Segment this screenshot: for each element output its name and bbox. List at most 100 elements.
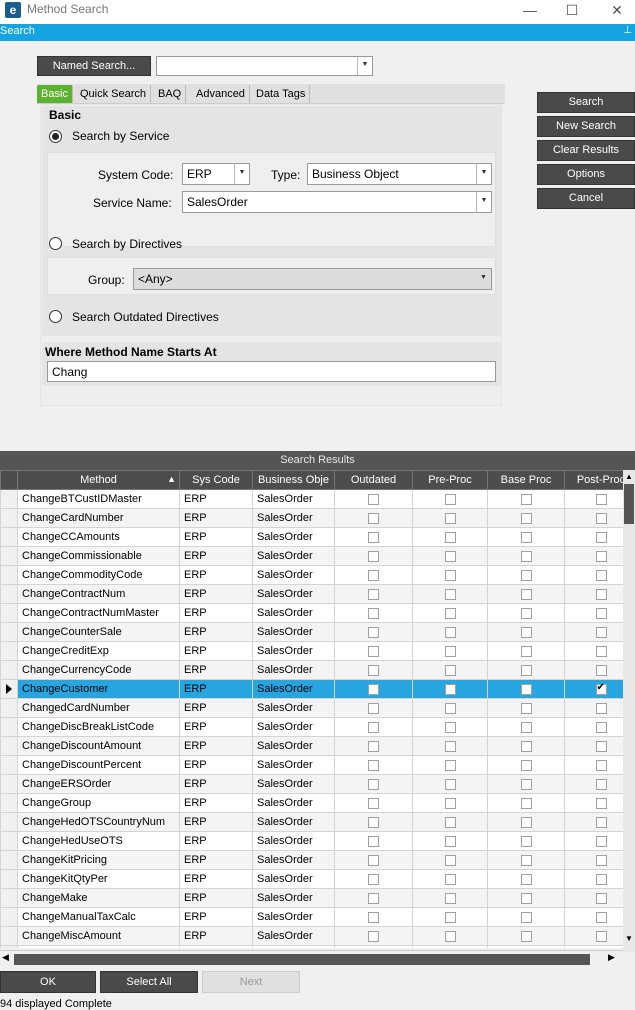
column-header-business-object[interactable]: Business Obje xyxy=(252,470,335,490)
table-row[interactable]: ChangeBTCustIDMaster ERP SalesOrder xyxy=(0,489,623,509)
post-checkbox[interactable] xyxy=(595,550,607,562)
base-checkbox[interactable] xyxy=(520,854,532,866)
row-selector[interactable] xyxy=(0,926,18,946)
pre-checkbox[interactable] xyxy=(444,645,456,657)
search-button[interactable]: Search xyxy=(537,92,635,113)
row-selector[interactable] xyxy=(0,584,18,604)
table-row[interactable]: ChangeCreditExp ERP SalesOrder xyxy=(0,641,623,661)
tab-quick-search[interactable]: Quick Search xyxy=(76,85,152,103)
base-checkbox[interactable] xyxy=(520,607,532,619)
ok-button[interactable]: OK xyxy=(0,971,96,993)
base-checkbox[interactable] xyxy=(520,702,532,714)
pre-checkbox[interactable] xyxy=(444,778,456,790)
table-row[interactable]: ChangeMiscCodeERPSalesOrder xyxy=(0,945,623,948)
table-row[interactable]: ChangeKitQtyPer ERP SalesOrder xyxy=(0,869,623,889)
post-checkbox[interactable] xyxy=(595,721,607,733)
row-selector[interactable] xyxy=(0,508,18,528)
row-selector[interactable] xyxy=(0,660,18,680)
row-selector[interactable] xyxy=(0,888,18,908)
row-selector[interactable] xyxy=(0,812,18,832)
table-row[interactable]: ChangeMiscAmount ERP SalesOrder xyxy=(0,926,623,946)
base-checkbox[interactable] xyxy=(520,778,532,790)
outdated-checkbox[interactable] xyxy=(368,588,379,600)
scroll-left-icon[interactable]: ◀ xyxy=(2,952,9,963)
tab-baq[interactable]: BAQ xyxy=(154,85,187,103)
post-checkbox[interactable] xyxy=(595,512,607,524)
pre-checkbox[interactable] xyxy=(444,797,456,809)
pre-checkbox[interactable] xyxy=(444,835,456,847)
pre-checkbox[interactable] xyxy=(444,721,456,733)
row-selector[interactable] xyxy=(0,603,18,623)
base-checkbox[interactable] xyxy=(520,626,532,638)
maximize-button[interactable]: ☐ xyxy=(552,0,592,22)
column-header-sys-code[interactable]: Sys Code xyxy=(179,470,253,490)
base-checkbox[interactable] xyxy=(520,569,532,581)
select-all-button[interactable]: Select All xyxy=(100,971,198,993)
scroll-down-icon[interactable]: ▼ xyxy=(623,932,635,946)
outdated-checkbox[interactable] xyxy=(368,873,379,885)
row-selector[interactable] xyxy=(0,793,18,813)
post-checkbox[interactable] xyxy=(595,664,607,676)
results-vertical-scrollbar[interactable]: ▲ ▼ xyxy=(623,470,635,952)
row-selector[interactable] xyxy=(0,527,18,547)
base-checkbox[interactable] xyxy=(520,835,532,847)
post-checkbox[interactable] xyxy=(595,740,607,752)
close-button[interactable]: ✕ xyxy=(597,0,635,22)
pre-checkbox[interactable] xyxy=(444,626,456,638)
named-search-combo[interactable]: ▼ xyxy=(156,56,373,76)
base-checkbox[interactable] xyxy=(520,892,532,904)
post-checkbox[interactable] xyxy=(595,892,607,904)
row-selector[interactable] xyxy=(0,698,18,718)
clear-results-button[interactable]: Clear Results xyxy=(537,140,635,161)
scroll-right-icon[interactable]: ▶ xyxy=(608,952,615,963)
post-checkbox[interactable] xyxy=(595,759,607,771)
outdated-checkbox[interactable] xyxy=(368,740,379,752)
outdated-checkbox[interactable] xyxy=(368,569,379,581)
table-row[interactable]: ChangeDiscountAmount ERP SalesOrder xyxy=(0,736,623,756)
post-checkbox[interactable] xyxy=(595,531,607,543)
post-checkbox[interactable] xyxy=(595,816,607,828)
post-checkbox[interactable] xyxy=(595,702,607,714)
table-row[interactable]: ChangeCurrencyCode ERP SalesOrder xyxy=(0,660,623,680)
table-row[interactable]: ChangeCounterSale ERP SalesOrder xyxy=(0,622,623,642)
base-checkbox[interactable] xyxy=(520,740,532,752)
base-checkbox[interactable] xyxy=(520,664,532,676)
chevron-down-icon[interactable]: ▼ xyxy=(234,164,249,184)
outdated-checkbox[interactable] xyxy=(368,778,379,790)
row-selector[interactable] xyxy=(0,850,18,870)
table-row[interactable]: ChangeCommissionable ERP SalesOrder xyxy=(0,546,623,566)
scroll-thumb-horizontal[interactable] xyxy=(14,954,590,965)
base-checkbox[interactable] xyxy=(520,873,532,885)
pre-checkbox[interactable] xyxy=(444,911,456,923)
pre-checkbox[interactable] xyxy=(444,664,456,676)
table-row[interactable]: ChangeCommodityCode ERP SalesOrder xyxy=(0,565,623,585)
pre-checkbox[interactable] xyxy=(444,531,456,543)
table-row[interactable]: ChangeKitPricing ERP SalesOrder xyxy=(0,850,623,870)
column-header-base-proc[interactable]: Base Proc xyxy=(487,470,565,490)
row-selector[interactable] xyxy=(0,831,18,851)
outdated-checkbox[interactable] xyxy=(368,911,379,923)
outdated-checkbox[interactable] xyxy=(368,550,379,562)
base-checkbox[interactable] xyxy=(520,759,532,771)
outdated-checkbox[interactable] xyxy=(368,835,379,847)
base-checkbox[interactable] xyxy=(520,930,532,942)
post-checkbox[interactable] xyxy=(595,930,607,942)
base-checkbox[interactable] xyxy=(520,911,532,923)
post-checkbox[interactable] xyxy=(595,569,607,581)
post-checkbox[interactable] xyxy=(595,778,607,790)
pre-checkbox[interactable] xyxy=(444,892,456,904)
post-checkbox[interactable] xyxy=(595,911,607,923)
post-checkbox[interactable] xyxy=(595,835,607,847)
system-code-combo[interactable]: ERP ▼ xyxy=(182,163,250,185)
outdated-checkbox[interactable] xyxy=(368,493,379,505)
row-selector[interactable] xyxy=(0,679,18,699)
outdated-checkbox[interactable] xyxy=(368,645,379,657)
outdated-checkbox[interactable] xyxy=(368,607,379,619)
table-row[interactable]: ChangeGroup ERP SalesOrder xyxy=(0,793,623,813)
column-header-method[interactable]: Method ▲ xyxy=(17,470,180,490)
row-selector[interactable] xyxy=(0,565,18,585)
table-row[interactable]: ChangeCardNumber ERP SalesOrder xyxy=(0,508,623,528)
post-checkbox[interactable] xyxy=(595,797,607,809)
table-row[interactable]: ChangeERSOrder ERP SalesOrder xyxy=(0,774,623,794)
outdated-checkbox[interactable] xyxy=(368,721,379,733)
